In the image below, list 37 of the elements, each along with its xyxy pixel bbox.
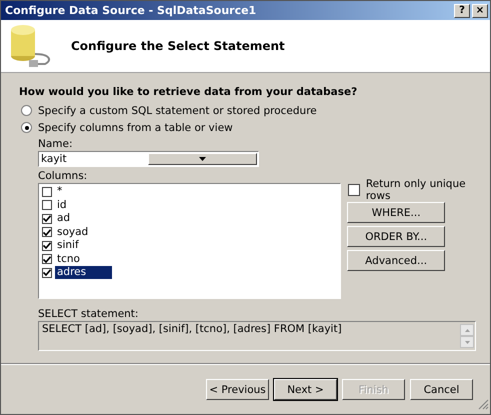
checkbox[interactable] — [42, 200, 52, 210]
window-title: Configure Data Source - SqlDataSource1 — [5, 4, 258, 17]
checkbox[interactable] — [42, 268, 52, 278]
checkbox-label: Return only unique rows — [366, 178, 467, 202]
radio-label: Specify columns from a table or view — [38, 122, 233, 134]
statement-label: SELECT statement: — [38, 308, 140, 321]
columns-label: Columns: — [38, 170, 88, 183]
list-item[interactable]: id — [55, 198, 93, 212]
radio-button[interactable] — [21, 122, 32, 133]
wizard-button[interactable]: Next > — [274, 379, 337, 400]
dropdown-arrow-icon — [199, 157, 206, 161]
list-item[interactable]: ad — [55, 212, 96, 226]
close-button[interactable]: × — [472, 4, 488, 18]
wizard-button[interactable]: < Previous — [206, 379, 269, 400]
checkbox[interactable] — [42, 186, 52, 197]
checkbox[interactable] — [42, 240, 52, 251]
name-dropdown[interactable]: kayit — [38, 151, 259, 167]
action-button[interactable]: Advanced... — [347, 250, 446, 271]
action-button[interactable]: WHERE... — [347, 202, 446, 223]
list-item[interactable]: * — [55, 185, 88, 198]
header-title: Configure the Select Statement — [71, 39, 285, 53]
checkbox[interactable] — [42, 214, 52, 224]
radio-label: Specify a custom SQL statement or stored procedure — [38, 104, 317, 116]
checkbox[interactable] — [42, 227, 52, 238]
checkbox[interactable] — [42, 254, 52, 264]
help-button[interactable]: ? — [454, 4, 470, 18]
list-item[interactable]: adres — [55, 266, 112, 280]
wizard-button[interactable]: Cancel — [410, 379, 473, 400]
list-item[interactable]: tcno — [55, 252, 106, 266]
name-label: Name: — [38, 138, 74, 151]
list-item[interactable]: soyad — [55, 226, 114, 239]
resize-grip-icon[interactable] — [478, 399, 489, 410]
list-item[interactable]: sinif — [55, 239, 105, 252]
action-button[interactable]: ORDER BY... — [347, 226, 446, 247]
checkbox[interactable] — [348, 184, 360, 196]
radio-button[interactable] — [21, 105, 32, 116]
question-text: How would you like to retrieve data from your database? — [19, 86, 358, 98]
